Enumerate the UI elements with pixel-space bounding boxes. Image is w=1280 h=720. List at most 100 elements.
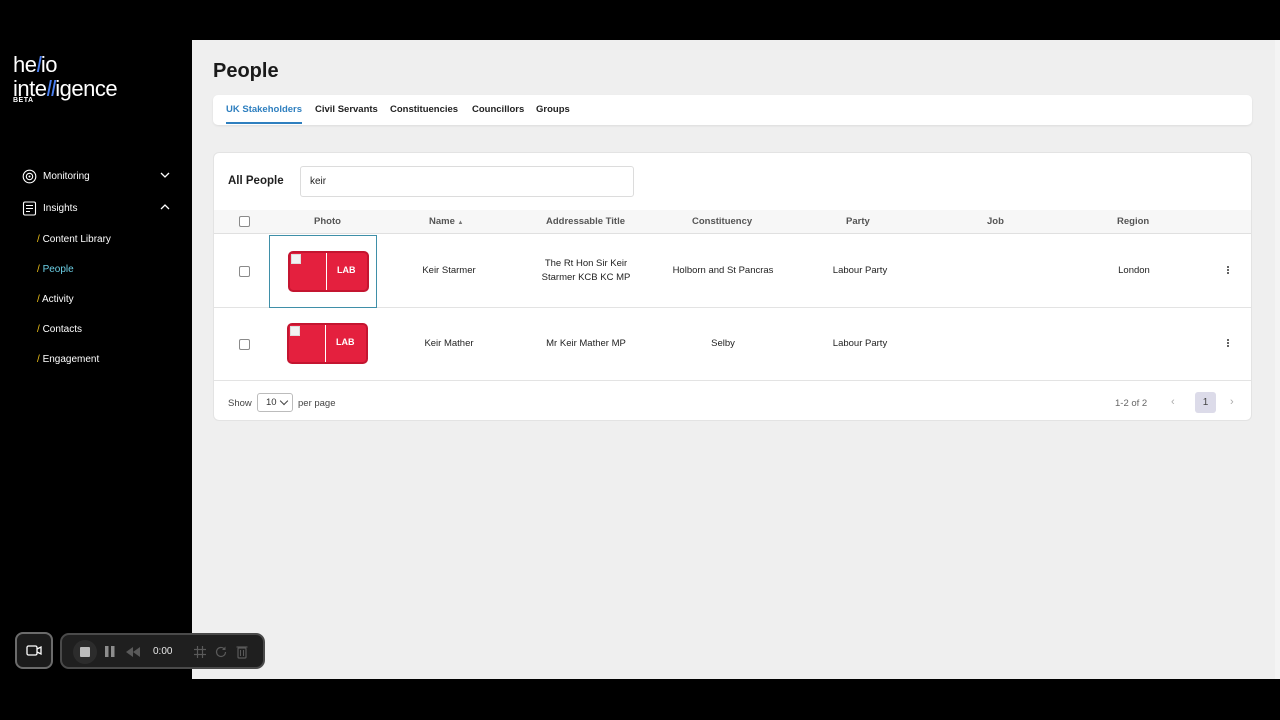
sidebar-item-engagement[interactable]: / Engagement xyxy=(37,354,99,365)
broken-image-icon xyxy=(290,326,300,336)
tab-groups[interactable]: Groups xyxy=(536,104,570,115)
sidebar-item-label: Engagement xyxy=(42,354,100,365)
cell-constituency: Holborn and St Pancras xyxy=(672,265,774,276)
column-header-job: Job xyxy=(987,216,1004,227)
logo-accent: ll xyxy=(46,76,56,101)
sidebar-item-people[interactable]: / People xyxy=(37,264,74,275)
party-badge: LAB xyxy=(287,323,368,364)
main-content: People UK Stakeholders Civil Servants Co… xyxy=(192,40,1280,679)
tab-civil-servants[interactable]: Civil Servants xyxy=(315,104,378,115)
sidebar-group-insights[interactable]: Insights xyxy=(22,197,177,219)
recording-timer: 0:00 xyxy=(153,646,173,657)
sidebar-group-label: Monitoring xyxy=(43,170,90,182)
brand-logo[interactable]: helio intelligence xyxy=(13,52,118,101)
cell-constituency: Selby xyxy=(711,338,735,349)
app-window: helio intelligence BETA Monitoring Insig… xyxy=(0,40,1280,679)
nav-slash: / xyxy=(37,264,40,275)
restart-icon[interactable] xyxy=(214,645,228,659)
pause-icon[interactable] xyxy=(103,644,117,660)
chevron-down-icon[interactable] xyxy=(159,169,171,181)
column-header-addressable-title: Addressable Title xyxy=(546,216,626,227)
per-page-value: 10 xyxy=(266,397,277,408)
recorder-controls: 0:00 xyxy=(60,633,265,669)
video-camera-icon xyxy=(26,645,42,656)
column-header-photo: Photo xyxy=(314,216,341,227)
sidebar-item-contacts[interactable]: / Contacts xyxy=(37,324,82,335)
party-badge-label: LAB xyxy=(336,337,355,347)
sidebar-group-label: Insights xyxy=(43,202,78,214)
sidebar-item-label: Content Library xyxy=(42,234,111,245)
nav-slash: / xyxy=(37,234,40,245)
per-page-label: per page xyxy=(298,398,336,409)
cell-name: Keir Starmer xyxy=(422,265,476,276)
row-actions-icon[interactable] xyxy=(1227,266,1230,276)
party-badge-label: LAB xyxy=(337,265,356,275)
select-all-checkbox[interactable] xyxy=(239,216,250,227)
stop-icon[interactable] xyxy=(72,639,98,665)
sidebar-item-label: People xyxy=(42,264,74,275)
sidebar-item-label: Contacts xyxy=(42,324,83,335)
pagination-prev-button[interactable]: ‹ xyxy=(1171,396,1175,408)
table-header: Photo Name ▲ Addressable Title Constitue… xyxy=(214,210,1251,234)
photo-placeholder xyxy=(289,325,326,362)
tab-bar: UK Stakeholders Civil Servants Constitue… xyxy=(213,95,1252,125)
table-heading: All People xyxy=(228,175,284,187)
pagination-range: 1-2 of 2 xyxy=(1115,398,1148,409)
chevron-down-icon xyxy=(279,396,289,406)
vertical-scrollbar[interactable] xyxy=(1275,40,1280,679)
sidebar-item-label: Activity xyxy=(42,294,74,305)
tab-constituencies[interactable]: Constituencies xyxy=(390,104,458,115)
logo-text: he xyxy=(13,52,37,77)
search-input[interactable] xyxy=(300,166,634,197)
sidebar-item-content-library[interactable]: / Content Library xyxy=(37,234,111,245)
rewind-icon[interactable] xyxy=(125,645,141,659)
nav-slash: / xyxy=(37,324,40,335)
party-badge: LAB xyxy=(288,251,369,292)
column-header-constituency: Constituency xyxy=(692,216,753,227)
camera-toggle-button[interactable] xyxy=(15,632,53,669)
tab-councillors[interactable]: Councillors xyxy=(472,104,524,115)
photo-cell[interactable]: LAB xyxy=(269,308,377,381)
row-checkbox[interactable] xyxy=(239,266,250,277)
per-page-select[interactable]: 10 xyxy=(257,393,293,412)
cell-party: Labour Party xyxy=(832,338,888,349)
grid-icon[interactable] xyxy=(193,645,207,659)
monitoring-icon xyxy=(22,169,37,183)
pagination-next-button[interactable]: › xyxy=(1230,396,1234,408)
photo-cell[interactable]: LAB xyxy=(269,235,377,308)
cell-region: London xyxy=(1118,265,1150,276)
trash-icon[interactable] xyxy=(235,644,249,660)
logo-text: igence xyxy=(55,76,118,101)
cell-party: Labour Party xyxy=(832,265,888,276)
sidebar-item-activity[interactable]: / Activity xyxy=(37,294,74,305)
chevron-up-icon[interactable] xyxy=(159,201,171,213)
show-label: Show xyxy=(228,398,252,409)
insights-icon xyxy=(22,200,37,216)
table-row[interactable]: LAB Keir Starmer The Rt Hon Sir Keir Star… xyxy=(214,235,1251,308)
column-header-name[interactable]: Name ▲ xyxy=(429,216,463,227)
pagination-page-button[interactable]: 1 xyxy=(1195,392,1216,413)
tab-uk-stakeholders[interactable]: UK Stakeholders xyxy=(226,104,302,115)
title-line: The Rt Hon Sir Keir xyxy=(544,258,628,269)
cell-addressable-title: The Rt Hon Sir Keir Starmer KCB KC MP xyxy=(526,257,646,285)
people-table-card: All People Photo Name ▲ Addressable Titl… xyxy=(213,152,1252,421)
sort-asc-icon: ▲ xyxy=(457,220,464,226)
nav-slash: / xyxy=(37,354,40,365)
beta-badge: BETA xyxy=(13,97,34,104)
broken-image-icon xyxy=(291,254,301,264)
cell-name: Keir Mather xyxy=(424,338,474,349)
active-tab-indicator xyxy=(226,122,302,124)
column-header-region: Region xyxy=(1117,216,1150,227)
title-line: Starmer KCB KC MP xyxy=(541,272,631,283)
nav-slash: / xyxy=(37,294,40,305)
column-header-label: Name xyxy=(429,216,455,227)
sidebar-group-monitoring[interactable]: Monitoring xyxy=(22,165,177,187)
row-checkbox[interactable] xyxy=(239,339,250,350)
column-header-party: Party xyxy=(846,216,870,227)
table-row[interactable]: LAB Keir Mather Mr Keir Mather MP Selby … xyxy=(214,308,1251,381)
page-title: People xyxy=(213,60,279,82)
row-actions-icon[interactable] xyxy=(1227,339,1230,349)
logo-text: io xyxy=(40,52,58,77)
cell-addressable-title: Mr Keir Mather MP xyxy=(546,338,626,349)
sidebar: helio intelligence BETA Monitoring Insig… xyxy=(0,40,192,679)
